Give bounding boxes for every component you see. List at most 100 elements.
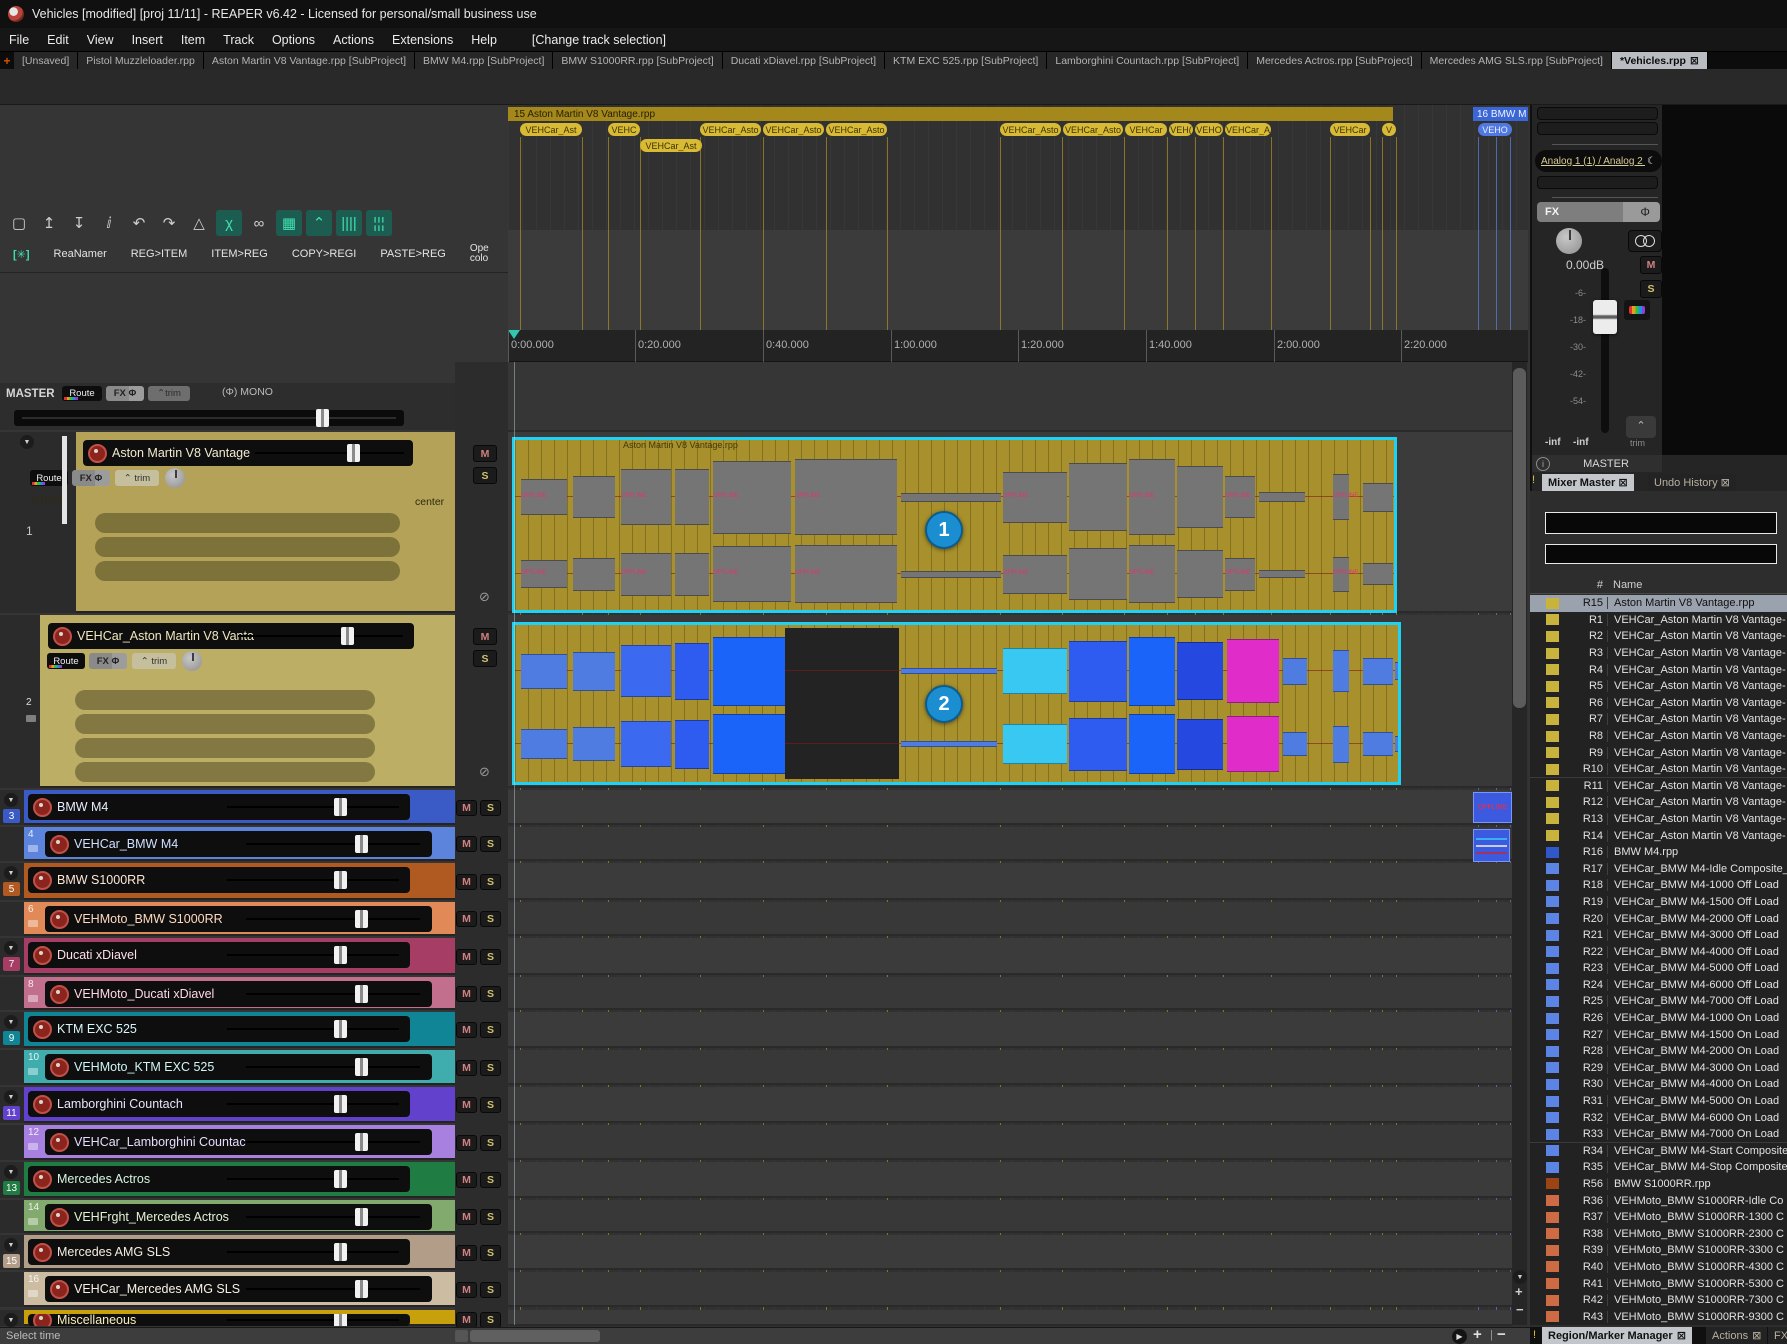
track-name[interactable]: Mercedes Actros (57, 1172, 150, 1186)
region-row-R40[interactable]: R40VEHMoto_BMW S1000RR-4300 C (1530, 1259, 1787, 1277)
mixer-io-button[interactable]: Analog 1 (1) / Analog 2 ( ☾ (1535, 150, 1662, 172)
track-solo-button[interactable]: S (480, 1022, 501, 1038)
region-row-R9[interactable]: R9VEHCar_Aston Martin V8 Vantage- (1530, 744, 1787, 762)
region-row-R31[interactable]: R31VEHCar_BMW M4-5000 On Load (1530, 1093, 1787, 1111)
track-volume-handle[interactable] (355, 910, 368, 928)
master-route-button[interactable]: Route (62, 386, 102, 401)
envelope-lane[interactable] (95, 537, 400, 557)
track-volume-handle[interactable] (334, 1095, 347, 1113)
item-reg-button[interactable]: ITEM>REG (202, 241, 277, 267)
track-volume-slider[interactable] (246, 1288, 420, 1290)
region-pill[interactable]: VEHCar_Asto (1063, 123, 1123, 136)
track-volume-handle[interactable] (334, 1243, 347, 1261)
horizontal-zoom-menu-icon[interactable]: ▶ (1452, 1329, 1467, 1344)
record-arm-button[interactable] (33, 946, 52, 965)
track-mute-button[interactable]: M (456, 986, 477, 1002)
region-pill[interactable]: VEH( (1169, 123, 1193, 136)
track-volume-slider[interactable] (246, 843, 420, 845)
region-row-R35[interactable]: R35VEHCar_BMW M4-Stop Composite (1530, 1159, 1787, 1177)
region-pill[interactable]: VEHC (608, 123, 640, 136)
region-pill[interactable]: VEHCar (1330, 123, 1370, 136)
crossfade-icon[interactable]: χ (216, 210, 242, 236)
track-volume-handle[interactable] (355, 835, 368, 853)
project-tab[interactable]: [Unsaved] (14, 52, 78, 69)
track-name[interactable]: VEHFrght_Mercedes Actros (74, 1210, 229, 1224)
close-icon[interactable]: ⊠ (1690, 55, 1699, 67)
region-row-R41[interactable]: R41VEHMoto_BMW S1000RR-5300 C (1530, 1275, 1787, 1293)
copy-regi-button[interactable]: COPY>REGI (283, 241, 366, 267)
open-project-icon[interactable]: ↥ (36, 210, 62, 236)
arrange-hscrollbar-handle[interactable] (470, 1330, 600, 1342)
envelope-lane[interactable] (75, 714, 375, 734)
region-row-R12[interactable]: R12VEHCar_Aston Martin V8 Vantage- (1530, 794, 1787, 812)
region-row-R17[interactable]: R17VEHCar_BMW M4-Idle Composite_ (1530, 860, 1787, 878)
track-mute-button[interactable]: M (456, 1282, 477, 1298)
track-volume-handle[interactable] (341, 627, 354, 645)
track-name-bar[interactable]: Mercedes AMG SLS (28, 1239, 410, 1265)
region-filter-input-2[interactable] (1545, 544, 1777, 564)
track-solo-button[interactable]: S (480, 1172, 501, 1188)
track-name[interactable]: VEHCar_BMW M4 (74, 837, 178, 851)
track-volume-slider[interactable] (227, 1178, 399, 1180)
region-list[interactable]: R15Aston Martin V8 Vantage.rppR1VEHCar_A… (1530, 595, 1787, 1325)
ripple-icon[interactable]: |||| (336, 210, 362, 236)
close-icon[interactable]: ⊠ (1618, 476, 1627, 489)
region-pill[interactable]: VEHCar_Asto (700, 123, 761, 136)
region-row-R13[interactable]: R13VEHCar_Aston Martin V8 Vantage- (1530, 811, 1787, 829)
region-row-R27[interactable]: R27VEHCar_BMW M4-1500 On Load (1530, 1026, 1787, 1044)
menu-extensions[interactable]: Extensions (383, 33, 462, 47)
region-bar-bmw[interactable]: 16 BMW M (1473, 107, 1528, 121)
snap-icon[interactable]: ¦¦¦ (366, 210, 392, 236)
track-mute-button[interactable]: M (473, 445, 497, 462)
mixer-fx-button[interactable]: FX Φ (1537, 202, 1660, 222)
column-name[interactable]: Name (1613, 579, 1642, 591)
metronome-icon[interactable]: △ (186, 210, 212, 236)
tab-mixer-master[interactable]: Mixer Master ⊠ (1542, 474, 1634, 491)
track-volume-handle[interactable] (334, 871, 347, 889)
track-solo-button[interactable]: S (480, 1245, 501, 1261)
new-project-icon[interactable]: ▢ (6, 210, 32, 236)
region-row-R23[interactable]: R23VEHCar_BMW M4-5000 Off Load (1530, 960, 1787, 978)
region-row-R42[interactable]: R42VEHMoto_BMW S1000RR-7300 C (1530, 1292, 1787, 1310)
track-fold-icon[interactable]: ▼ (20, 435, 34, 449)
mixer-mute-button[interactable]: M (1640, 256, 1662, 274)
track-name-bar[interactable]: BMW S1000RR (28, 867, 410, 893)
region-row-R32[interactable]: R32VEHCar_BMW M4-6000 On Load (1530, 1109, 1787, 1127)
menu-help[interactable]: Help (462, 33, 506, 47)
record-arm-button[interactable] (33, 1314, 52, 1326)
master-volume-fader[interactable] (14, 410, 404, 426)
project-tab[interactable]: Pistol Muzzleloader.rpp (78, 52, 204, 69)
track-volume-slider[interactable] (227, 1319, 399, 1321)
menu-file[interactable]: File (0, 33, 38, 47)
menu-view[interactable]: View (78, 33, 123, 47)
track-volume-slider[interactable] (227, 1103, 399, 1105)
region-row-R10[interactable]: R10VEHCar_Aston Martin V8 Vantage- (1530, 761, 1787, 779)
region-pill[interactable]: VEHCar_Ast (640, 139, 702, 152)
project-tab[interactable]: BMW M4.rpp [SubProject] (415, 52, 553, 69)
track-volume-handle[interactable] (355, 1208, 368, 1226)
region-pill[interactable]: VEHCar_Ast (520, 123, 582, 136)
track-name[interactable]: VEHMoto_BMW S1000RR (74, 912, 223, 926)
reanamer-button[interactable]: ReaNamer (45, 241, 116, 267)
media-item-bmw-offline[interactable]: OFFLINE (1473, 792, 1512, 823)
track-volume-handle[interactable] (334, 1170, 347, 1188)
track-mute-button[interactable]: M (456, 1209, 477, 1225)
track-fold-icon[interactable]: ▼ (4, 941, 18, 955)
track-volume-handle[interactable] (334, 946, 347, 964)
track-name-bar[interactable]: Lamborghini Countach (28, 1091, 410, 1117)
region-row-R7[interactable]: R7VEHCar_Aston Martin V8 Vantage- (1530, 711, 1787, 729)
region-row-R37[interactable]: R37VEHMoto_BMW S1000RR-1300 C (1530, 1209, 1787, 1227)
track-volume-handle[interactable] (334, 798, 347, 816)
region-pill[interactable]: V (1382, 123, 1396, 136)
track-name-bar[interactable]: VEHCar_Aston Martin V8 Vanta (48, 623, 414, 649)
record-arm-button[interactable] (50, 1058, 69, 1077)
tab-undo-history[interactable]: Undo History ⊠ (1648, 474, 1736, 491)
mixer-volume-readout[interactable]: 0.00dB (1566, 258, 1604, 272)
region-row-R56[interactable]: R56BMW S1000RR.rpp (1530, 1176, 1787, 1194)
track-mute-button[interactable]: M (456, 949, 477, 965)
record-arm-button[interactable] (33, 871, 52, 890)
record-arm-button[interactable] (53, 627, 72, 646)
track-volume-handle[interactable] (334, 1020, 347, 1038)
region-row-R6[interactable]: R6VEHCar_Aston Martin V8 Vantage- (1530, 695, 1787, 713)
track-name[interactable]: VEHCar_Lamborghini Countac (74, 1135, 246, 1149)
